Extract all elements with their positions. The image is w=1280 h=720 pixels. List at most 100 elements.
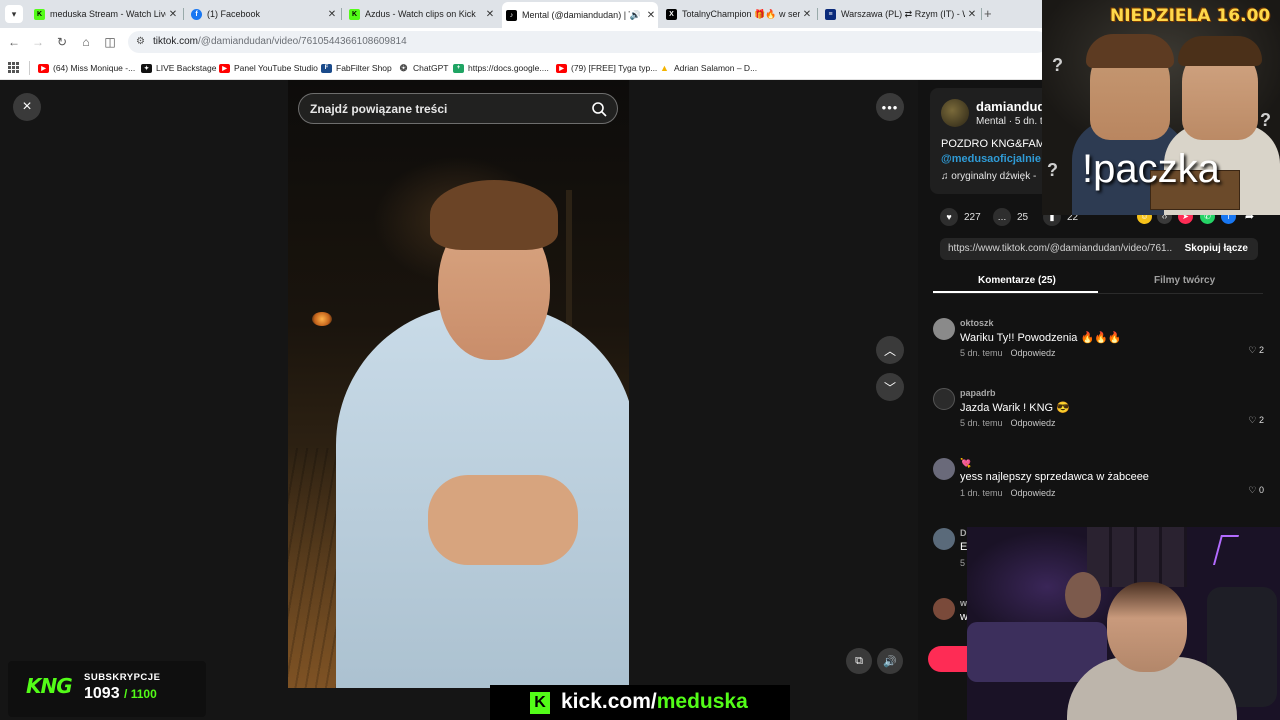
question-mark-icon: ? <box>1260 110 1271 130</box>
heart-icon: ♥ <box>940 208 958 226</box>
comment-like-button[interactable]: ♡ 0 <box>1248 485 1264 496</box>
post-mention-link[interactable]: @medusaoficjalnie <box>941 153 1041 165</box>
avatar[interactable] <box>933 388 955 410</box>
promo-banner-text: NIEDZIELA 16.00 <box>1110 6 1271 26</box>
close-tab-icon[interactable]: ✕ <box>325 9 339 20</box>
comment-time: 1 dn. temu <box>960 488 1003 498</box>
bookmark-item[interactable]: ✦ LIVE Backstage <box>141 61 216 75</box>
comment-username[interactable]: D <box>960 528 967 538</box>
streamer-webcam <box>967 527 1280 720</box>
tab-x-totalnychampion[interactable]: X TotalnyChampion 🎁🔥 w serv ✕ <box>662 4 814 24</box>
neon-sign-icon <box>1212 535 1240 565</box>
avatar[interactable] <box>933 528 955 550</box>
tab-label: Azdus - Watch clips on Kick <box>365 9 476 19</box>
subscription-goal-widget: KNG SUBSKRYPCJE 1093 / 1100 <box>8 661 206 717</box>
side-panel-icon[interactable]: ◫ <box>102 34 118 50</box>
comment-item: papadrb Jazda Warik ! KNG 😎 5 dn. temu Od… <box>933 388 1268 438</box>
search-icon[interactable] <box>591 101 607 117</box>
heart-outline-icon: ♡ <box>1248 345 1259 355</box>
comment-text: Jazda Warik ! KNG 😎 <box>960 402 1070 414</box>
comment-like-button[interactable]: ♡ 2 <box>1248 415 1264 426</box>
comment-time: 5 dn. temu <box>960 418 1003 428</box>
reply-button[interactable]: Odpowiedz <box>1011 348 1056 358</box>
comment-username[interactable]: oktoszk <box>960 318 994 328</box>
previous-video-button[interactable]: ︿ <box>876 336 904 364</box>
related-search-input[interactable]: Znajdź powiązane treści <box>298 93 618 124</box>
back-arrow-icon[interactable]: ← <box>6 34 22 50</box>
reply-button[interactable]: Odpowiedz <box>1011 488 1056 498</box>
share-link-url[interactable]: https://www.tiktok.com/@damiandudan/vide… <box>948 243 1173 254</box>
avatar[interactable] <box>933 598 955 620</box>
next-video-button[interactable]: ﹀ <box>876 373 904 401</box>
reload-icon[interactable]: ↻ <box>54 34 70 50</box>
tiktok-live-icon: ✦ <box>141 63 152 73</box>
close-video-button[interactable]: × <box>13 93 41 121</box>
bookmark-item[interactable]: ▶ (64) Miss Monique -... <box>38 61 135 75</box>
tab-search-button[interactable]: ▾ <box>5 5 23 23</box>
youtube-icon: ▶ <box>38 63 49 73</box>
bookmark-item[interactable]: F FabFilter Shop <box>321 61 392 75</box>
promo-command-text: !paczka <box>1082 147 1220 191</box>
tab-meduska-stream[interactable]: K meduska Stream - Watch Live o ✕ <box>30 4 180 24</box>
bookmarks-bar: ▶ (64) Miss Monique -... ✦ LIVE Backstage … <box>0 56 1042 80</box>
comment-bubble-icon: … <box>993 208 1011 226</box>
floating-player-button[interactable]: ⧉ <box>846 648 872 674</box>
author-avatar[interactable] <box>941 99 969 127</box>
tab-label: Warszawa (PL) ⇄ Rzym (IT) - W <box>841 8 965 19</box>
comment-button[interactable]: … 25 <box>993 208 1028 226</box>
tab-facebook[interactable]: f (1) Facebook ✕ <box>187 4 339 24</box>
comment-text: Wariku Ty!! Powodzenia 🔥🔥🔥 <box>960 332 1122 344</box>
youtube-icon: ▶ <box>219 63 230 73</box>
kick-favicon-icon: K <box>34 8 45 20</box>
tab-comments[interactable]: Komentarze (25) <box>978 275 1056 286</box>
reply-button[interactable]: Odpowiedz <box>1011 418 1056 428</box>
tab-flight-search[interactable]: ≡ Warszawa (PL) ⇄ Rzym (IT) - W ✕ <box>821 4 979 24</box>
close-tab-icon[interactable]: ✕ <box>965 9 979 20</box>
home-icon[interactable]: ⌂ <box>78 34 94 50</box>
comment-item: oktoszk Wariku Ty!! Powodzenia 🔥🔥🔥 5 dn.… <box>933 318 1268 368</box>
site-info-icon[interactable]: ⚙ <box>136 36 148 48</box>
browser-toolbar: ← → ↻ ⌂ ◫ ⚙ tiktok.com/@damiandudan/vide… <box>0 28 1048 56</box>
tab-azdus-clips[interactable]: K Azdus - Watch clips on Kick ✕ <box>345 4 497 24</box>
pip-icon: ⧉ <box>855 654 863 667</box>
apps-grid-icon[interactable] <box>8 62 19 73</box>
kick-logo-icon: K <box>530 692 550 714</box>
volume-icon: 🔊 <box>883 655 897 668</box>
speaker-icon[interactable]: 🔊 <box>630 10 641 21</box>
music-row[interactable]: ♫ oryginalny dźwięk - <box>941 171 1036 182</box>
heart-outline-icon: ♡ <box>1248 415 1259 425</box>
close-tab-icon[interactable]: ✕ <box>800 9 814 20</box>
more-options-button[interactable]: ••• <box>876 93 904 121</box>
youtube-icon: ▶ <box>556 63 567 73</box>
bookmark-item[interactable]: ▲ Adrian Salamon – D... <box>659 61 757 75</box>
close-tab-icon[interactable]: ✕ <box>483 9 497 20</box>
tab-tiktok-active[interactable]: ♪ Mental (@damiandudan) | T 🔊 ✕ <box>502 2 658 28</box>
bookmark-item[interactable]: ▶ Panel YouTube Studio <box>219 61 318 75</box>
tab-creator-videos[interactable]: Filmy twórcy <box>1154 275 1215 286</box>
like-button[interactable]: ♥ 227 <box>940 208 981 226</box>
comment-like-button[interactable]: ♡ 2 <box>1248 345 1264 356</box>
video-player[interactable] <box>288 80 629 688</box>
fabfilter-icon: F <box>321 63 332 73</box>
close-tab-icon[interactable]: ✕ <box>166 9 180 20</box>
facebook-favicon-icon: f <box>191 8 202 20</box>
chevron-down-icon: ﹀ <box>883 380 896 395</box>
avatar[interactable] <box>933 318 955 340</box>
avatar[interactable] <box>933 458 955 480</box>
bookmark-item[interactable]: ❂ ChatGPT <box>398 61 448 75</box>
question-mark-icon: ? <box>1047 160 1058 180</box>
comment-username[interactable]: 💘 <box>960 458 971 469</box>
address-bar[interactable]: ⚙ tiktok.com/@damiandudan/video/76105443… <box>128 31 1048 53</box>
close-tab-icon[interactable]: ✕ <box>644 10 658 21</box>
forward-arrow-icon[interactable]: → <box>30 34 46 50</box>
comment-count: 25 <box>1017 211 1029 223</box>
copy-link-button[interactable]: Skopiuj łącze <box>1185 243 1248 254</box>
bookmark-item[interactable]: ▶ (79) [FREE] Tyga typ... <box>556 61 657 75</box>
volume-button[interactable]: 🔊 <box>877 648 903 674</box>
kick-channel-url: kick.com/meduska <box>561 690 748 713</box>
like-count: 227 <box>964 211 981 223</box>
bookmark-item[interactable]: + https://docs.google.... <box>453 61 549 75</box>
comment-username[interactable]: papadrb <box>960 388 996 398</box>
new-tab-plus-icon[interactable]: + <box>984 6 992 21</box>
comment-username[interactable]: w <box>960 598 967 608</box>
